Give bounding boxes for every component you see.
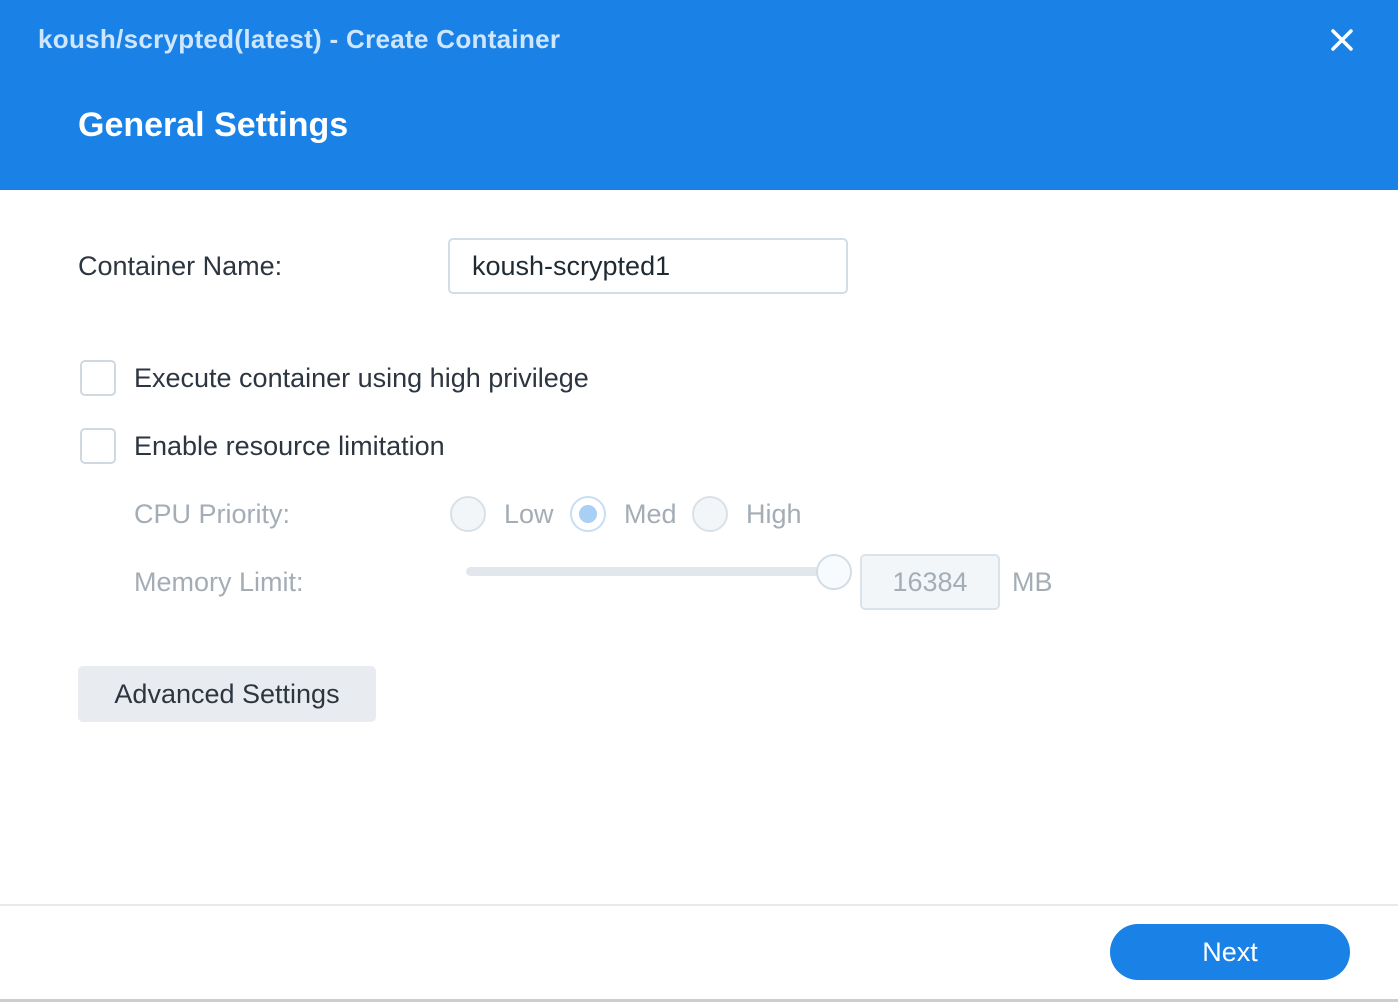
container-name-label: Container Name: [78, 251, 283, 281]
close-button[interactable] [1318, 18, 1366, 62]
cpu-priority-high-radio[interactable] [692, 496, 728, 532]
memory-limit-slider-thumb[interactable] [816, 554, 852, 590]
create-container-dialog: koush/scrypted(latest) - Create Containe… [0, 0, 1398, 1002]
memory-limit-label: Memory Limit: [134, 567, 304, 597]
close-icon [1331, 29, 1353, 51]
footer-divider [0, 904, 1398, 906]
high-privilege-checkbox[interactable] [80, 360, 116, 396]
next-button[interactable]: Next [1110, 924, 1350, 980]
cpu-priority-high-label[interactable]: High [746, 499, 802, 530]
memory-limit-input[interactable] [860, 554, 1000, 610]
cpu-priority-low-label[interactable]: Low [504, 499, 554, 530]
resource-limitation-checkbox[interactable] [80, 428, 116, 464]
memory-limit-slider-track[interactable] [466, 567, 838, 576]
window-title: koush/scrypted(latest) - Create Containe… [38, 24, 561, 54]
cpu-priority-label: CPU Priority: [134, 499, 291, 529]
cpu-priority-med-radio[interactable] [570, 496, 606, 532]
memory-unit-label: MB [1012, 567, 1053, 597]
high-privilege-label[interactable]: Execute container using high privilege [134, 363, 589, 394]
dialog-header: koush/scrypted(latest) - Create Containe… [0, 0, 1398, 190]
resource-limitation-label[interactable]: Enable resource limitation [134, 431, 445, 462]
radio-selected-dot [579, 505, 597, 523]
step-title: General Settings [78, 106, 349, 144]
cpu-priority-low-radio[interactable] [450, 496, 486, 532]
container-name-input[interactable] [448, 238, 848, 294]
cpu-priority-med-label[interactable]: Med [624, 499, 677, 530]
advanced-settings-button[interactable]: Advanced Settings [78, 666, 376, 722]
